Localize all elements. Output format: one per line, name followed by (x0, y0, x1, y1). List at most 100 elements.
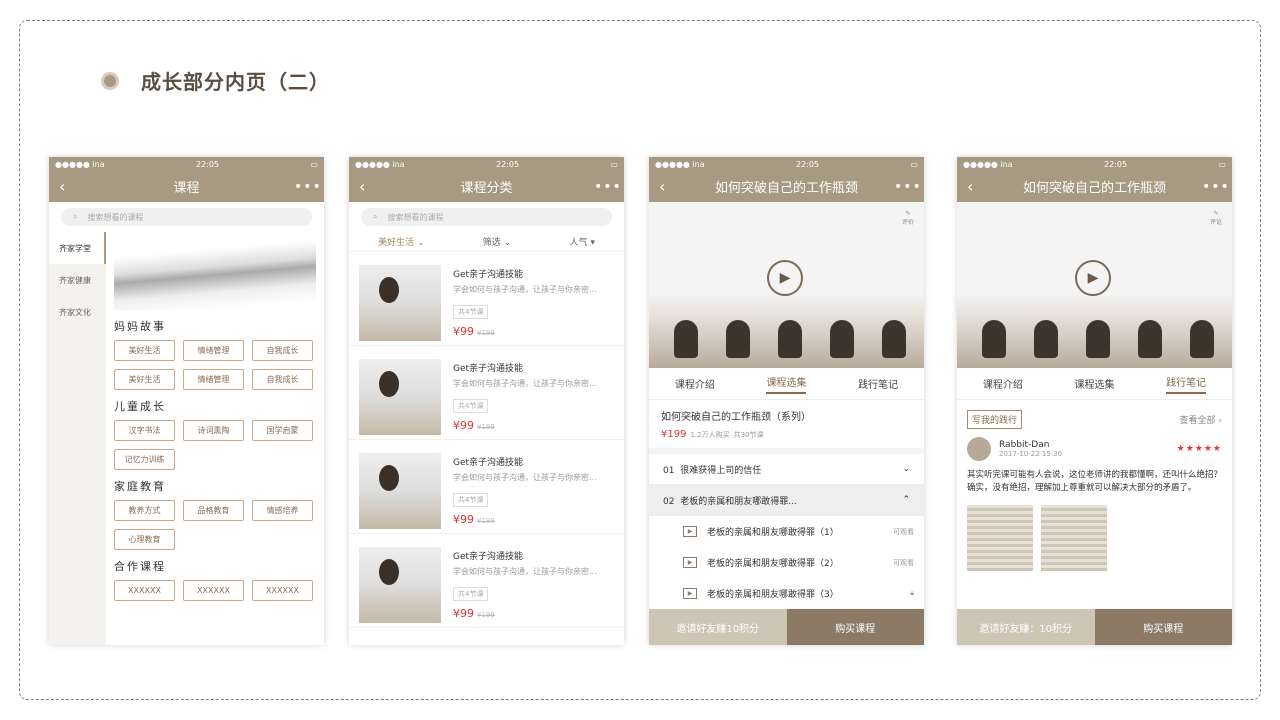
price: ¥99 ¥199 (453, 513, 495, 526)
back-icon[interactable]: ‹ (659, 177, 679, 196)
avatar[interactable] (967, 437, 991, 461)
course-info: 如何突破自己的工作瓶颈（系列） ¥199 1.2万人购买 共30节课 (649, 400, 924, 454)
search-input[interactable]: ⌕ 搜索想看的课程 (361, 208, 612, 226)
nav-title: 如何突破自己的工作瓶颈 (714, 181, 858, 196)
video-player[interactable]: ✎ 评价 ▶ (649, 202, 924, 368)
category-item[interactable]: 齐家文化 (49, 296, 106, 328)
invite-button[interactable]: 邀请好友赚：10积分 (957, 609, 1095, 645)
course-item[interactable]: Get亲子沟通技能 学会如何与孩子沟通，让孩子与你亲密... 共4节课 ¥99 ¥199 (349, 440, 624, 534)
user-name: Rabbit-Dan (999, 440, 1050, 450)
note-text: 其实听完课可能有人会说，这位老师讲的我都懂啊，还叫什么绝招？确实，没有绝招，理解… (967, 470, 1223, 493)
review-button[interactable]: ✎ 评论 (1210, 210, 1222, 226)
tab-intro[interactable]: 课程介绍 (983, 376, 1023, 391)
tag-button[interactable]: 自我成长 (252, 340, 313, 361)
battery-icon: ▭ (610, 159, 618, 169)
section-title: 合作课程 (114, 560, 166, 573)
course-thumbnail (359, 359, 441, 435)
write-note-button[interactable]: 写我的践行 (967, 410, 1023, 429)
buy-button[interactable]: 购买课程 (1094, 609, 1232, 645)
tag-button[interactable]: 美好生活 (114, 340, 175, 361)
course-title: Get亲子沟通技能 (453, 270, 524, 280)
note-image[interactable] (1041, 505, 1107, 571)
carrier: ●●●●● ina (55, 159, 105, 169)
course-title: 如何突破自己的工作瓶颈（系列） (661, 412, 811, 423)
review-button[interactable]: ✎ 评价 (902, 210, 914, 226)
note-images (957, 499, 1232, 577)
back-icon[interactable]: ‹ (59, 177, 79, 196)
price: ¥99 ¥199 (453, 607, 495, 620)
course-desc: 学会如何与孩子沟通，让孩子与你亲密... (453, 285, 597, 294)
edit-icon: ✎ (905, 210, 911, 217)
lesson-count: 共4节课 (453, 493, 489, 507)
course-item[interactable]: Get亲子沟通技能 学会如何与孩子沟通，让孩子与你亲密... 共4节课 ¥99 ¥199 (349, 534, 624, 628)
section-title: 妈妈故事 (114, 320, 166, 333)
tag-button[interactable]: 诗词熏陶 (183, 420, 244, 441)
lesson-item[interactable]: ▶ 老板的亲属和朋友哪敢得罪（3） 🔒︎ (649, 578, 924, 609)
course-title: Get亲子沟通技能 (453, 364, 524, 374)
tag-button[interactable]: XXXXXX (183, 580, 244, 601)
lock-icon: 🔒︎ (910, 589, 914, 597)
filter-popularity[interactable]: 人气 ▾ (569, 235, 594, 248)
tab-notes[interactable]: 践行笔记 (1166, 374, 1207, 394)
tab-intro[interactable]: 课程介绍 (675, 376, 715, 391)
note-image[interactable] (967, 505, 1033, 571)
tab-episodes[interactable]: 课程选集 (766, 374, 807, 394)
tab-notes[interactable]: 践行笔记 (858, 376, 898, 391)
tag-button[interactable]: 情绪管理 (183, 340, 244, 361)
tag-button[interactable]: 心理教育 (114, 529, 175, 550)
banner-image (114, 240, 316, 310)
chapter-item[interactable]: 01 很难获得上司的信任 ⌄ (649, 454, 924, 485)
more-icon[interactable]: ••• (1202, 179, 1229, 195)
play-icon[interactable]: ▶ (767, 260, 803, 296)
note-date: 2017-10-22 15:30 (999, 450, 1063, 458)
filter-bar: 美好生活 ⌄ 筛选 ⌄ 人气 ▾ (349, 232, 624, 252)
nav-bar: ‹ 课程 ••• (49, 171, 324, 202)
tag-button[interactable]: 记忆力训练 (114, 449, 175, 470)
tab-episodes[interactable]: 课程选集 (1074, 376, 1114, 391)
page-title: 成长部分内页（二） (141, 70, 330, 94)
bottom-bar: 邀请好友赚10积分 购买课程 (649, 609, 924, 645)
play-icon[interactable]: ▶ (1075, 260, 1111, 296)
tag-button[interactable]: 美好生活 (114, 369, 175, 390)
video-image (674, 320, 906, 358)
note-user: Rabbit-Dan 2017-10-22 15:30 ★★★★★ (957, 433, 1232, 465)
price: ¥199 1.2万人购买 共30节课 (661, 429, 764, 440)
tag-button[interactable]: 教养方式 (114, 500, 175, 521)
course-item[interactable]: Get亲子沟通技能 学会如何与孩子沟通，让孩子与你亲密... 共4节课 ¥99 ¥199 (349, 346, 624, 440)
search-input[interactable]: ⌕ 搜索想看的课程 (61, 208, 312, 226)
status-bar: ●●●●● ina 22:05 ▭ (349, 157, 624, 171)
back-icon[interactable]: ‹ (967, 177, 987, 196)
video-icon: ▶ (683, 557, 697, 568)
video-icon: ▶ (683, 588, 697, 599)
chapter-item[interactable]: 02 老板的亲属和朋友哪敢得罪... ⌃ (649, 485, 924, 516)
more-icon[interactable]: ••• (894, 179, 921, 195)
tag-button[interactable]: 情绪管理 (183, 369, 244, 390)
tag-button[interactable]: 汉字书法 (114, 420, 175, 441)
more-icon[interactable]: ••• (294, 179, 321, 195)
tag-button[interactable]: 国学启蒙 (252, 420, 313, 441)
phone-course-list: ●●●●● ina 22:05 ▭ ‹ 课程 ••• ⌕ 搜索想看的课程 齐家学堂 齐… (49, 157, 324, 645)
tag-button[interactable]: 品格教育 (183, 500, 244, 521)
lesson-item[interactable]: ▶ 老板的亲属和朋友哪敢得罪（1） 可观看 (649, 516, 924, 547)
more-icon[interactable]: ••• (594, 179, 621, 195)
category-item[interactable]: 齐家健康 (49, 264, 106, 296)
view-all-link[interactable]: 查看全部 › (1180, 413, 1222, 426)
lesson-item[interactable]: ▶ 老板的亲属和朋友哪敢得罪（2） 可观看 (649, 547, 924, 578)
course-desc: 学会如何与孩子沟通，让孩子与你亲密... (453, 473, 597, 482)
lesson-count: 共4节课 (453, 587, 489, 601)
lesson-count: 共4节课 (453, 399, 489, 413)
category-item[interactable]: 齐家学堂 (49, 232, 106, 264)
tag-button[interactable]: XXXXXX (114, 580, 175, 601)
tag-button[interactable]: XXXXXX (252, 580, 313, 601)
course-item[interactable]: Get亲子沟通技能 学会如何与孩子沟通，让孩子与你亲密... 共4节课 ¥99 ¥199 (349, 252, 624, 346)
tag-button[interactable]: 自我成长 (252, 369, 313, 390)
video-player[interactable]: ✎ 评论 ▶ (957, 202, 1232, 368)
invite-button[interactable]: 邀请好友赚10积分 (649, 609, 787, 645)
back-icon[interactable]: ‹ (359, 177, 379, 196)
buy-button[interactable]: 购买课程 (786, 609, 924, 645)
course-desc: 学会如何与孩子沟通，让孩子与你亲密... (453, 379, 597, 388)
edit-icon: ✎ (1213, 210, 1219, 217)
tag-button[interactable]: 情感培养 (252, 500, 313, 521)
filter-screen[interactable]: 筛选 ⌄ (483, 235, 511, 248)
filter-category[interactable]: 美好生活 ⌄ (378, 235, 424, 248)
